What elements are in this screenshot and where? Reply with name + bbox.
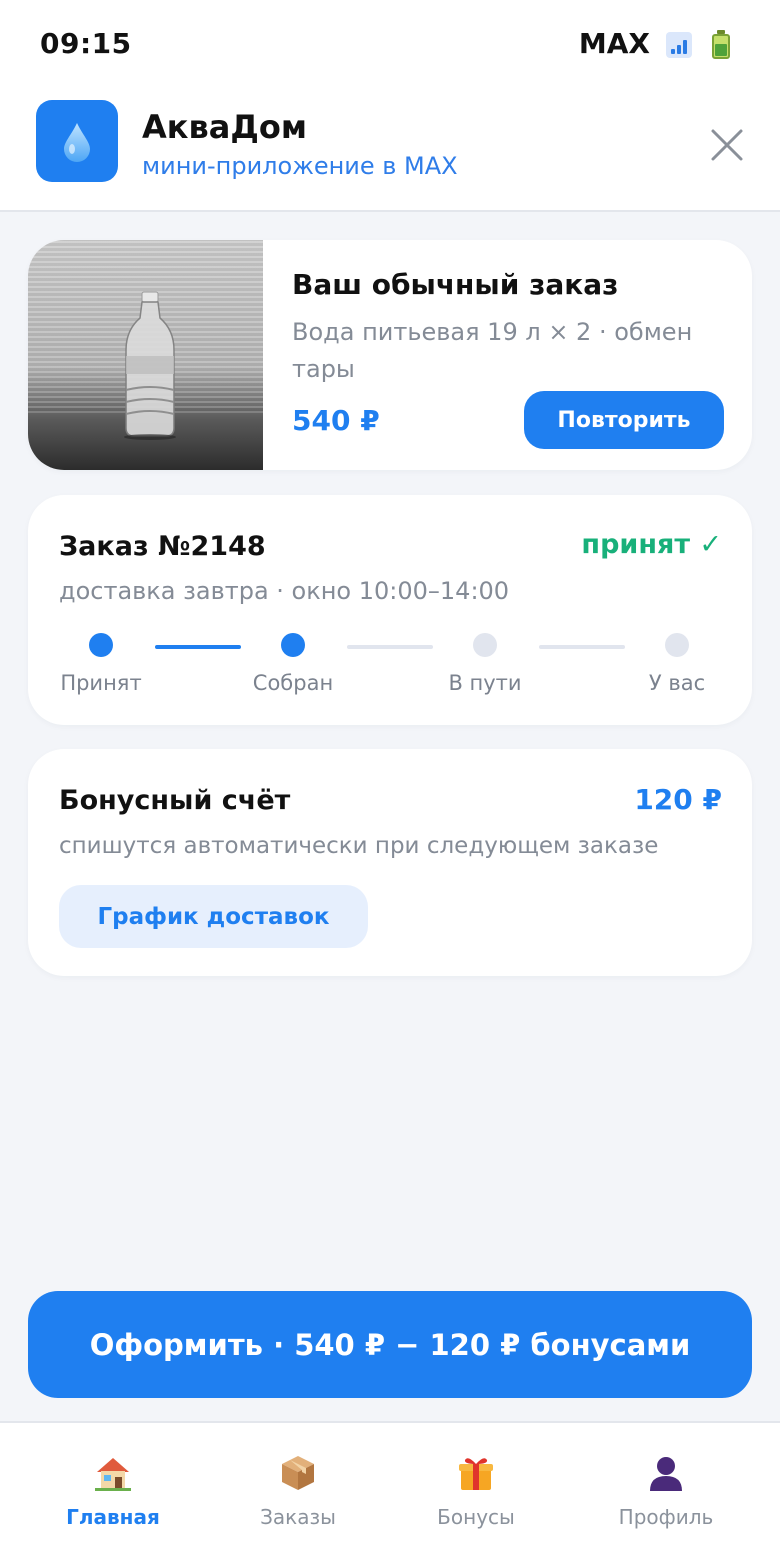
app-subtitle: мини-приложение в MAX [142, 152, 458, 180]
water-drop-icon [64, 123, 90, 162]
bottle-icon [124, 291, 176, 440]
bonus-amount: 120 ₽ [634, 783, 722, 816]
house-icon [95, 1458, 131, 1491]
water-bottle-image [28, 240, 263, 470]
step-label-accepted: Принят [60, 671, 142, 695]
delivery-schedule-button[interactable]: График доставок [59, 885, 368, 948]
status-bar: 09:15 MAX [0, 0, 780, 90]
tab-bonuses[interactable]: Бонусы [386, 1423, 566, 1560]
repeat-order-card: Ваш обычный заказ Вода питьевая 19 л × 2… [28, 240, 752, 470]
tab-home[interactable]: Главная [23, 1423, 203, 1560]
repeat-order-description: Вода питьевая 19 л × 2 · обмен тары [292, 318, 693, 383]
bonus-note: спишутся автоматически при следующем зак… [59, 833, 659, 859]
tab-label-home: Главная [66, 1505, 160, 1529]
step-dot-delivered [665, 633, 689, 657]
signal-icon [666, 32, 692, 58]
gift-icon [459, 1458, 493, 1490]
delivery-window: доставка завтра · окно 10:00–14:00 [59, 577, 510, 605]
tab-profile[interactable]: Профиль [576, 1423, 756, 1560]
tab-label-profile: Профиль [618, 1505, 714, 1529]
step-dot-assembled [281, 633, 305, 657]
bottom-tab-bar: Главная Заказы Бонусы Профиль [0, 1421, 780, 1560]
tab-label-orders: Заказы [260, 1505, 336, 1529]
step-line-3 [539, 645, 625, 649]
step-dot-in-transit [473, 633, 497, 657]
repeat-order-title: Ваш обычный заказ [292, 268, 619, 301]
step-dot-accepted [89, 633, 113, 657]
app-header: АкваДом мини-приложение в MAX [0, 90, 780, 212]
order-number: Заказ №2148 [59, 531, 266, 562]
order-status-card: Заказ №2148 принят ✓ доставка завтра · о… [28, 495, 752, 725]
step-line-1 [155, 645, 241, 649]
bonus-card: Бонусный счёт 120 ₽ спишутся автоматичес… [28, 749, 752, 976]
step-label-delivered: У вас [648, 671, 706, 695]
tab-label-bonuses: Бонусы [437, 1505, 515, 1529]
step-line-2 [347, 645, 433, 649]
close-icon[interactable] [710, 128, 744, 162]
step-label-assembled: Собран [252, 671, 334, 695]
repeat-order-price: 540 ₽ [292, 404, 380, 437]
tab-orders[interactable]: Заказы [208, 1423, 388, 1560]
app-logo [36, 100, 118, 182]
checkout-button[interactable]: Оформить · 540 ₽ − 120 ₽ бонусами [28, 1291, 752, 1398]
status-time: 09:15 [40, 27, 132, 60]
user-icon [650, 1457, 682, 1491]
step-label-in-transit: В пути [448, 671, 522, 695]
bonus-title: Бонусный счёт [59, 785, 291, 816]
order-status-badge: принят ✓ [581, 529, 722, 560]
repeat-order-button[interactable]: Повторить [524, 391, 724, 449]
battery-icon [711, 30, 731, 60]
package-icon [282, 1456, 314, 1490]
carrier-name: MAX [578, 27, 650, 60]
app-name: АкваДом [142, 108, 307, 146]
